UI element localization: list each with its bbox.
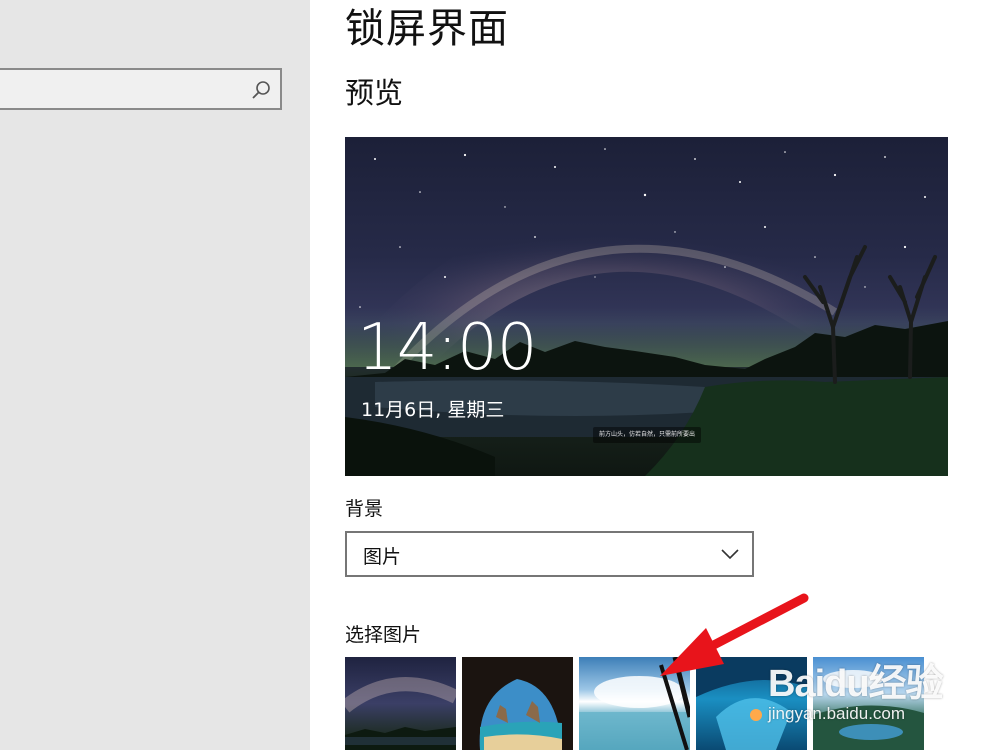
watermark-url: jingyan.baidu.com [768,704,906,723]
watermark-logo: Baidu经验 [768,663,944,705]
red-pointer-arrow [660,593,809,676]
baidu-jingyan-watermark: Baidu经验 jingyan.baidu.com [764,640,994,735]
